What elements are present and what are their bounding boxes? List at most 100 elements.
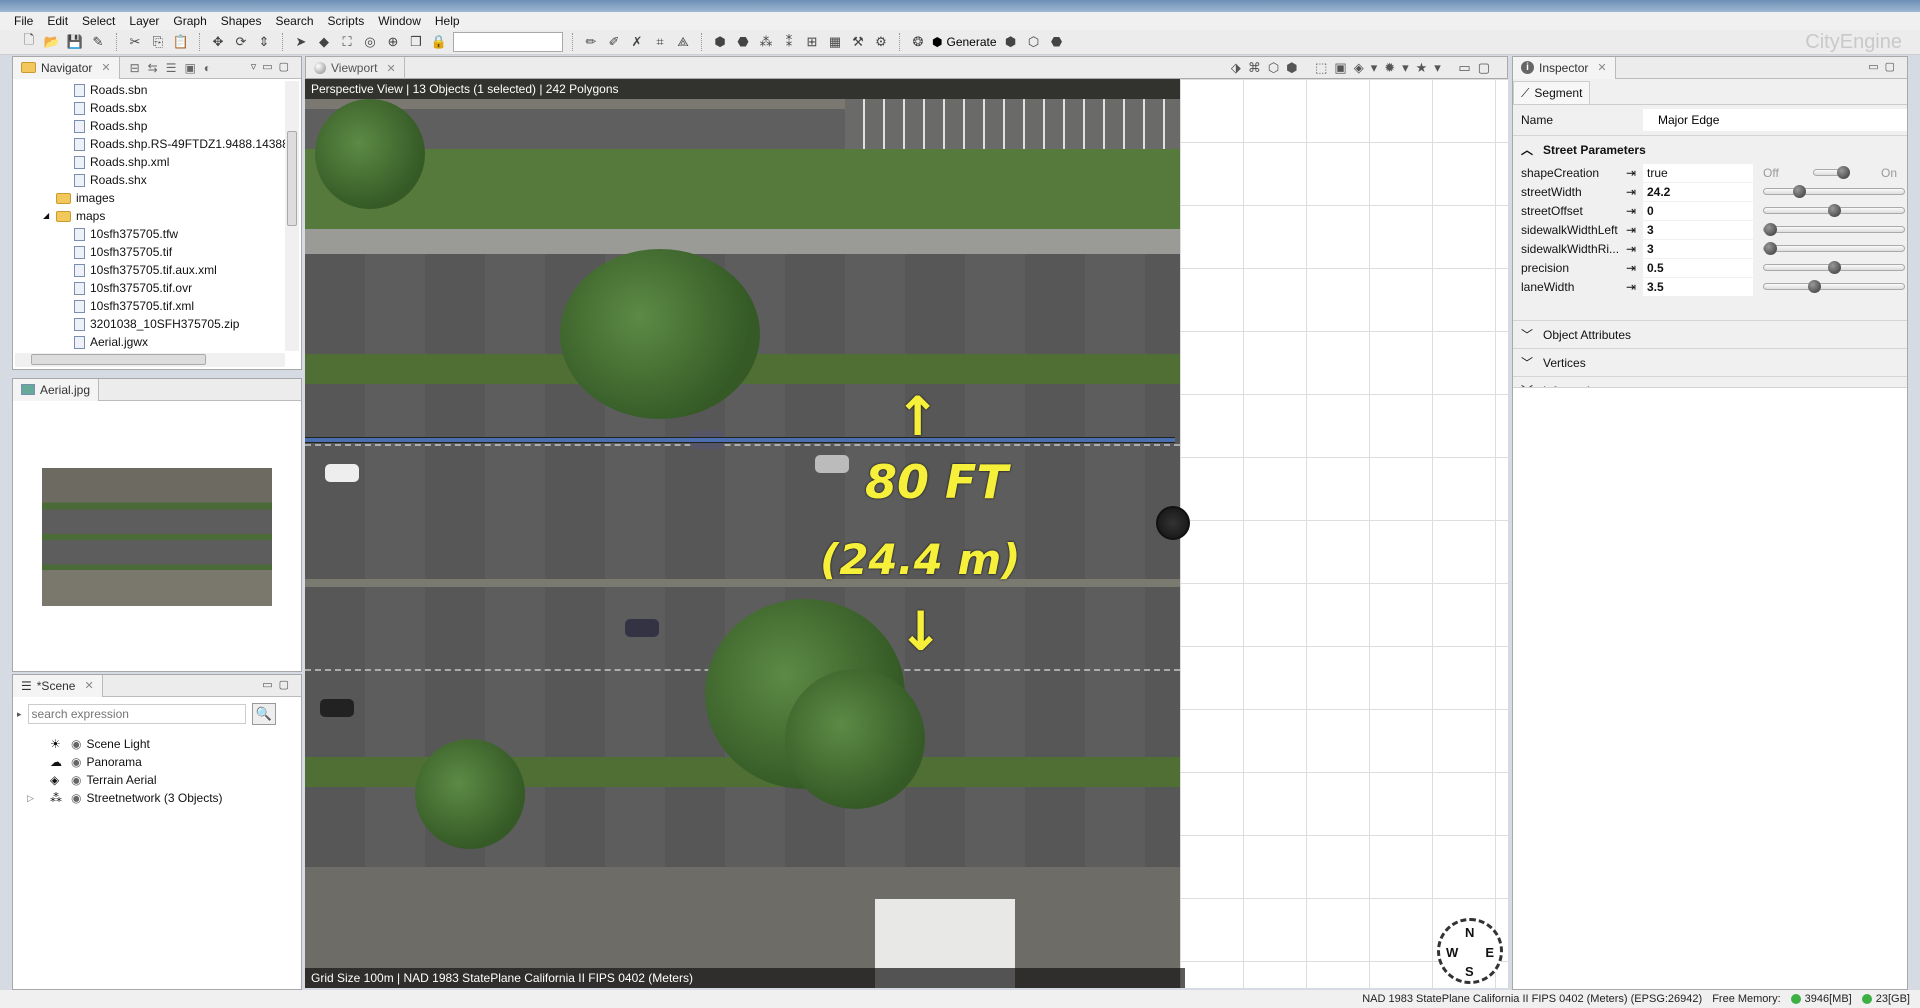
navigator-item[interactable]: Roads.shx (13, 171, 301, 189)
paste-icon[interactable]: 📋 (172, 33, 190, 51)
selected-street-segment[interactable] (305, 437, 1175, 443)
viewport-aerial-image[interactable]: Perspective View | 13 Objects (1 selecte… (305, 79, 1180, 988)
navigator-item[interactable]: 10sfh375705.tif.ovr (13, 279, 301, 297)
param-slider[interactable] (1763, 280, 1905, 293)
shape2-icon[interactable]: ⬣ (734, 33, 752, 51)
zoom-icon[interactable]: ⊕ (384, 33, 402, 51)
param-value-field[interactable]: 0.5 (1643, 258, 1753, 277)
navigator-item[interactable]: 10sfh375705.tif.xml (13, 297, 301, 315)
delete-models-icon[interactable]: ⬣ (1048, 33, 1066, 51)
compass-icon[interactable]: N E S W (1437, 918, 1503, 984)
visibility-eye-icon[interactable]: ◉ (71, 753, 81, 771)
param-slider[interactable] (1763, 204, 1905, 217)
close-icon[interactable]: ✕ (84, 679, 93, 692)
focus-icon[interactable]: ◎ (361, 33, 379, 51)
update-seed-icon[interactable]: ⬡ (1025, 33, 1043, 51)
navigator-vscrollbar[interactable] (285, 81, 299, 351)
minimize-maximize-icons[interactable]: ▭▢ (262, 678, 295, 691)
visibility-eye-icon[interactable]: ◉ (71, 789, 81, 807)
navigator-item[interactable]: Roads.shp.RS-49FTDZ1.9488.14388.s (13, 135, 301, 153)
tab-segment[interactable]: ⟋ Segment (1513, 81, 1591, 104)
toggle-knob[interactable] (1836, 166, 1850, 179)
slider-knob[interactable] (1828, 261, 1841, 274)
rule-icon[interactable]: ❂ (909, 33, 927, 51)
navigator-item[interactable]: 10sfh375705.tfw (13, 225, 301, 243)
new-icon[interactable]: 🗋 (20, 32, 38, 51)
expand-icon[interactable]: ◢ (43, 207, 51, 225)
rotate-icon[interactable]: ⟳ (232, 33, 250, 51)
cube-icon[interactable]: ❒ (407, 33, 425, 51)
tab-scene[interactable]: ☰ *Scene ✕ (13, 674, 103, 697)
close-icon[interactable]: ✕ (386, 62, 395, 75)
expand-icon[interactable]: ▷ (27, 789, 37, 807)
cleanup-icon[interactable]: ✗ (628, 33, 646, 51)
connect-attribute-icon[interactable]: ⇥ (1619, 166, 1643, 180)
scale-icon[interactable]: ⇕ (255, 33, 273, 51)
copy-icon[interactable]: ⎘ (149, 33, 167, 51)
simplify-icon[interactable]: ⌗ (651, 33, 669, 51)
shape-icon[interactable]: ⬢ (711, 33, 729, 51)
close-icon[interactable]: ✕ (1597, 61, 1606, 74)
scene-search-input[interactable] (27, 704, 246, 724)
navigator-item[interactable]: Roads.sbn (13, 81, 301, 99)
param-slider[interactable] (1763, 261, 1905, 274)
checker-icon[interactable]: ▦ (826, 33, 844, 51)
navigator-item[interactable]: 10sfh375705.tif.aux.xml (13, 261, 301, 279)
param-value-field[interactable]: 3 (1643, 220, 1753, 239)
connect-attribute-icon[interactable]: ⇥ (1619, 185, 1643, 199)
menu-shapes[interactable]: Shapes (221, 14, 262, 28)
param-value-field[interactable]: true (1643, 163, 1753, 182)
slider-knob[interactable] (1828, 204, 1841, 217)
slider-knob[interactable] (1763, 242, 1777, 255)
grow-street-icon[interactable]: ✐ (605, 33, 623, 51)
section-vertices[interactable]: ﹀ Vertices (1513, 348, 1907, 376)
viewport-toolbar[interactable]: ⬗⌘⬡⬢ ⬚▣◈▾✹▾★▾ ▭▢ (1231, 60, 1497, 76)
connect-attribute-icon[interactable]: ⇥ (1619, 261, 1643, 275)
menu-layer[interactable]: Layer (129, 14, 159, 28)
param-slider[interactable] (1763, 242, 1905, 255)
visibility-eye-icon[interactable]: ◉ (71, 771, 81, 789)
save-icon[interactable]: 💾 (66, 33, 84, 51)
param-value-field[interactable]: 0 (1643, 201, 1753, 220)
toolbar-search-input[interactable] (453, 32, 563, 52)
tab-inspector[interactable]: i Inspector ✕ (1513, 56, 1616, 79)
move-icon[interactable]: ✥ (209, 33, 227, 51)
close-icon[interactable]: ✕ (101, 61, 110, 74)
cut-icon[interactable]: ✂ (126, 33, 144, 51)
name-field[interactable] (1643, 109, 1907, 131)
slider-knob[interactable] (1793, 185, 1806, 198)
navigator-item[interactable]: 10sfh375705.tif (13, 243, 301, 261)
scene-layer[interactable]: ☀ ◉ Scene Light (27, 735, 301, 753)
search-button[interactable]: 🔍 (251, 703, 276, 725)
tools-icon[interactable]: ⚒ (849, 33, 867, 51)
section-object-attributes[interactable]: ﹀ Object Attributes (1513, 320, 1907, 348)
regenerate-icon[interactable]: ⬢ (1002, 33, 1020, 51)
minimize-maximize-icons[interactable]: ▭▢ (1868, 60, 1901, 73)
menu-window[interactable]: Window (378, 14, 421, 28)
frame-icon[interactable]: ⛶ (338, 33, 356, 51)
param-value-field[interactable]: 3.5 (1643, 277, 1753, 296)
subdivide-icon[interactable]: ⁂ (757, 33, 775, 51)
menu-select[interactable]: Select (82, 14, 115, 28)
tab-viewport[interactable]: Viewport ✕ (306, 57, 405, 79)
scene-layer[interactable]: ▷ ⁂ ◉ Streetnetwork (3 Objects) (27, 789, 301, 807)
connect-attribute-icon[interactable]: ⇥ (1619, 223, 1643, 237)
scene-layer[interactable]: ☁ ◉ Panorama (27, 753, 301, 771)
connect-attribute-icon[interactable]: ⇥ (1619, 204, 1643, 218)
brush-icon[interactable]: ✎ (89, 33, 107, 51)
subdivide2-icon[interactable]: ⁑ (780, 33, 798, 51)
connect-attribute-icon[interactable]: ⇥ (1619, 242, 1643, 256)
viewport-grid[interactable] (1180, 79, 1508, 988)
menu-graph[interactable]: Graph (173, 14, 206, 28)
navigator-item[interactable]: Roads.shp.xml (13, 153, 301, 171)
select-arrow-icon[interactable]: ➤ (292, 33, 310, 51)
tab-navigator[interactable]: Navigator ✕ (13, 56, 120, 79)
minimize-maximize-icons[interactable]: ▿▭▢ (251, 60, 295, 73)
menu-help[interactable]: Help (435, 14, 460, 28)
tools2-icon[interactable]: ⚙ (872, 33, 890, 51)
lock-icon[interactable]: 🔒 (430, 33, 448, 51)
draw-street-icon[interactable]: ✏ (582, 33, 600, 51)
navigator-item[interactable]: ◢ maps (13, 207, 301, 225)
param-value-field[interactable]: 24.2 (1643, 182, 1753, 201)
slider-knob[interactable] (1763, 223, 1777, 236)
